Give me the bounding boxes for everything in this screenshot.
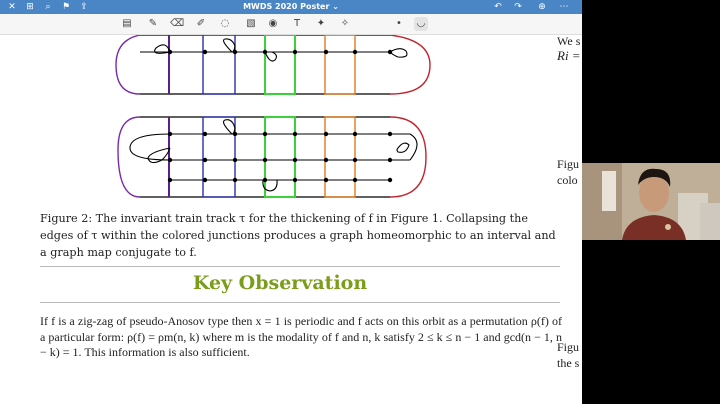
train-track-top	[115, 35, 431, 95]
laser-icon[interactable]: ✦	[314, 17, 328, 31]
right-column-line: Figu	[557, 340, 580, 354]
thickness-icon[interactable]: ◡	[414, 17, 428, 31]
image-icon[interactable]: ▧	[244, 17, 258, 31]
add-page-icon[interactable]: ⊕	[536, 0, 548, 14]
right-column-line: We s	[557, 34, 581, 48]
section-heading: Key Observation	[192, 272, 368, 294]
notes-app: ✕ ⊞ ⌕ ⚑ ⇪ MWDS 2020 Poster ⌄ ↶ ↷ ⊕ ⋯ ▤ ✎…	[0, 0, 582, 404]
divider	[40, 266, 560, 267]
right-column-line: colo	[557, 173, 578, 187]
highlighter-icon[interactable]: ✐	[194, 17, 208, 31]
reader-icon[interactable]: ▤	[120, 17, 134, 31]
pen-icon[interactable]: ✎	[146, 17, 160, 31]
video-feed	[582, 163, 720, 240]
camera-icon[interactable]: ◉	[266, 17, 280, 31]
undo-icon[interactable]: ↶	[492, 0, 504, 14]
color-dot-icon[interactable]: •	[392, 17, 406, 31]
divider	[40, 302, 560, 303]
chevron-down-icon: ⌄	[332, 2, 339, 11]
train-track-figure	[115, 35, 431, 198]
figure-caption: Figure 2: The invariant train track τ fo…	[40, 212, 556, 259]
right-column-line: Ri =	[557, 48, 581, 63]
right-column-line: the s	[557, 356, 580, 370]
eraser-icon[interactable]: ⌫	[170, 17, 184, 31]
train-track-bottom	[117, 116, 427, 198]
laser-pointer-icon[interactable]: ✧	[338, 17, 352, 31]
section-body: If f is a zig-zag of pseudo-Anosov type …	[40, 314, 562, 359]
redo-icon[interactable]: ↷	[512, 0, 524, 14]
drawing-toolbar: ▤ ✎ ⌫ ✐ ◌ ▧ ◉ T ✦ ✧ • ◡	[0, 14, 582, 35]
right-column-line: Figu	[557, 157, 580, 171]
more-icon[interactable]: ⋯	[558, 0, 570, 14]
lasso-icon[interactable]: ◌	[218, 17, 232, 31]
text-icon[interactable]: T	[290, 17, 304, 31]
document-title-text: MWDS 2020 Poster	[243, 2, 330, 11]
webcam-image	[582, 163, 720, 240]
title-bar: ✕ ⊞ ⌕ ⚑ ⇪ MWDS 2020 Poster ⌄ ↶ ↷ ⊕ ⋯	[0, 0, 582, 14]
